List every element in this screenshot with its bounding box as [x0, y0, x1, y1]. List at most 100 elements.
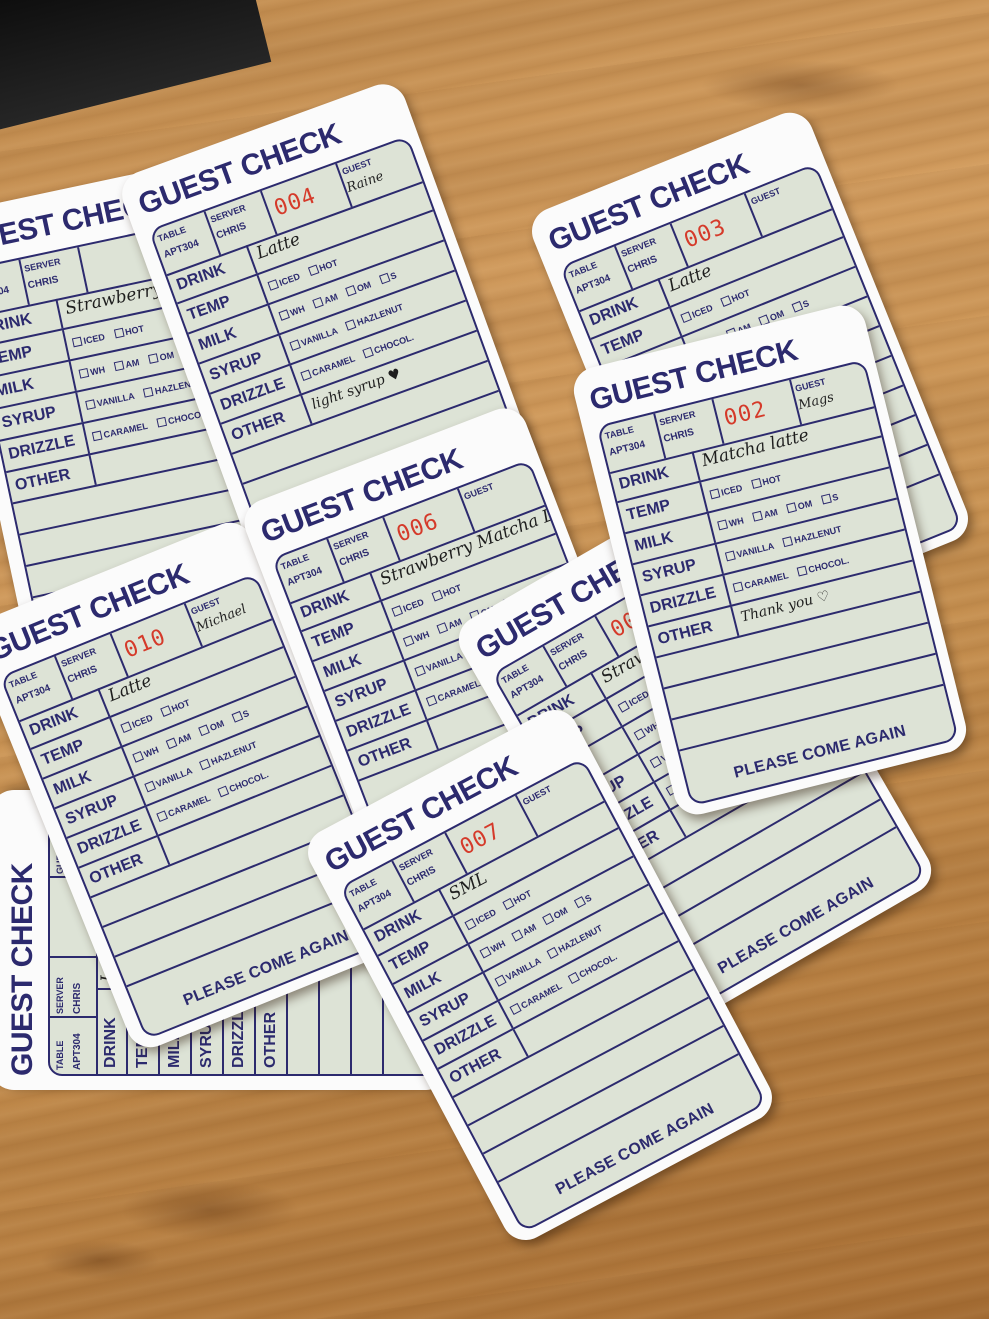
option-hazlenut[interactable]: HAZLENUT: [782, 524, 843, 548]
option-wh[interactable]: WH: [132, 745, 160, 764]
checkbox-icon[interactable]: [709, 488, 721, 500]
checkbox-icon[interactable]: [402, 635, 415, 647]
checkbox-icon[interactable]: [732, 581, 744, 593]
checkbox-icon[interactable]: [144, 780, 157, 793]
option-iced[interactable]: ICED: [464, 907, 498, 931]
checkbox-icon[interactable]: [71, 336, 83, 348]
option-chocol[interactable]: CHOCOL.: [362, 332, 415, 359]
checkbox-icon[interactable]: [791, 301, 803, 313]
option-iced[interactable]: ICED: [617, 689, 651, 714]
option-iced[interactable]: ICED: [71, 332, 106, 349]
option-am[interactable]: AM: [511, 922, 538, 943]
checkbox-icon[interactable]: [345, 285, 357, 297]
option-vanilla[interactable]: VANILLA: [144, 766, 194, 794]
option-vanilla[interactable]: VANILLA: [724, 541, 775, 563]
option-iced[interactable]: ICED: [267, 271, 301, 292]
option-s[interactable]: S: [573, 893, 593, 910]
option-s[interactable]: S: [231, 708, 251, 724]
option-om[interactable]: OM: [542, 905, 569, 926]
option-am[interactable]: AM: [165, 732, 193, 751]
option-s[interactable]: S: [791, 298, 811, 314]
option-om[interactable]: OM: [345, 279, 373, 297]
checkbox-icon[interactable]: [782, 536, 794, 548]
option-iced[interactable]: ICED: [709, 483, 743, 501]
checkbox-icon[interactable]: [719, 295, 732, 308]
checkbox-icon[interactable]: [820, 493, 832, 505]
checkbox-icon[interactable]: [156, 810, 169, 823]
option-s[interactable]: S: [820, 492, 839, 506]
checkbox-icon[interactable]: [436, 622, 449, 634]
checkbox-icon[interactable]: [231, 711, 243, 723]
checkbox-icon[interactable]: [159, 705, 172, 718]
checkbox-icon[interactable]: [717, 519, 729, 531]
checkbox-icon[interactable]: [378, 272, 391, 285]
checkbox-icon[interactable]: [165, 737, 178, 750]
option-om[interactable]: OM: [198, 718, 226, 737]
option-hot[interactable]: HOT: [307, 258, 339, 278]
option-vanilla[interactable]: VANILLA: [414, 651, 464, 678]
option-hot[interactable]: HOT: [113, 323, 145, 339]
option-label: WH: [727, 515, 745, 529]
checkbox-icon[interactable]: [85, 399, 96, 410]
checkbox-icon[interactable]: [156, 416, 168, 428]
option-am[interactable]: AM: [312, 292, 339, 310]
option-wh[interactable]: WH: [402, 629, 431, 648]
checkbox-icon[interactable]: [680, 311, 693, 324]
checkbox-icon[interactable]: [391, 605, 404, 617]
checkbox-icon[interactable]: [786, 502, 797, 514]
option-am[interactable]: AM: [752, 507, 779, 523]
checkbox-icon[interactable]: [78, 367, 90, 379]
option-wh[interactable]: WH: [717, 515, 745, 531]
checkbox-icon[interactable]: [267, 279, 280, 291]
option-iced[interactable]: ICED: [120, 713, 154, 734]
guest-label: GUEST: [462, 481, 496, 502]
checkbox-icon[interactable]: [143, 386, 154, 398]
checkbox-icon[interactable]: [425, 694, 438, 707]
checkbox-icon[interactable]: [132, 751, 145, 763]
checkbox-icon[interactable]: [120, 721, 133, 734]
checkbox-icon[interactable]: [278, 309, 290, 321]
checkbox-icon[interactable]: [113, 360, 125, 372]
checkbox-icon[interactable]: [724, 550, 736, 562]
option-wh[interactable]: WH: [78, 364, 106, 379]
option-label: HOT: [124, 323, 145, 338]
checkbox-icon[interactable]: [750, 478, 762, 490]
checkbox-icon[interactable]: [147, 353, 159, 364]
option-hot[interactable]: HOT: [431, 583, 463, 603]
option-caramel[interactable]: CARAMEL: [91, 421, 149, 442]
checkbox-icon[interactable]: [345, 319, 357, 331]
option-caramel[interactable]: CARAMEL: [732, 570, 789, 593]
checkbox-icon[interactable]: [752, 510, 763, 522]
option-hot[interactable]: HOT: [159, 698, 191, 719]
checkbox-icon[interactable]: [796, 565, 808, 577]
option-label: OM: [796, 498, 814, 512]
checkbox-icon[interactable]: [312, 296, 324, 309]
option-chocol[interactable]: CHOCOL.: [796, 555, 850, 577]
checkbox-icon[interactable]: [198, 724, 210, 737]
option-am[interactable]: AM: [113, 357, 140, 372]
option-wh[interactable]: WH: [479, 938, 507, 959]
option-label: CHOCOL.: [577, 951, 619, 980]
checkbox-icon[interactable]: [414, 665, 426, 677]
option-s[interactable]: S: [378, 270, 398, 285]
checkbox-icon[interactable]: [217, 785, 230, 798]
checkbox-icon[interactable]: [307, 264, 319, 277]
checkbox-icon[interactable]: [289, 339, 301, 351]
option-hot[interactable]: HOT: [750, 473, 782, 490]
option-vanilla[interactable]: VANILLA: [289, 326, 339, 352]
option-iced[interactable]: ICED: [391, 597, 425, 618]
option-hot[interactable]: HOT: [501, 888, 533, 911]
option-hot[interactable]: HOT: [719, 288, 751, 309]
option-wh[interactable]: WH: [278, 303, 306, 321]
checkbox-icon[interactable]: [91, 430, 103, 442]
checkbox-icon[interactable]: [362, 346, 374, 359]
option-om[interactable]: OM: [786, 498, 813, 514]
option-vanilla[interactable]: VANILLA: [85, 391, 136, 411]
checkbox-icon[interactable]: [300, 369, 312, 381]
checkbox-icon[interactable]: [113, 327, 125, 339]
option-iced[interactable]: ICED: [680, 303, 714, 324]
checkbox-icon[interactable]: [431, 590, 443, 602]
option-label: VANILLA: [424, 650, 464, 674]
option-om[interactable]: OM: [147, 350, 175, 365]
table-edge: [0, 0, 272, 135]
